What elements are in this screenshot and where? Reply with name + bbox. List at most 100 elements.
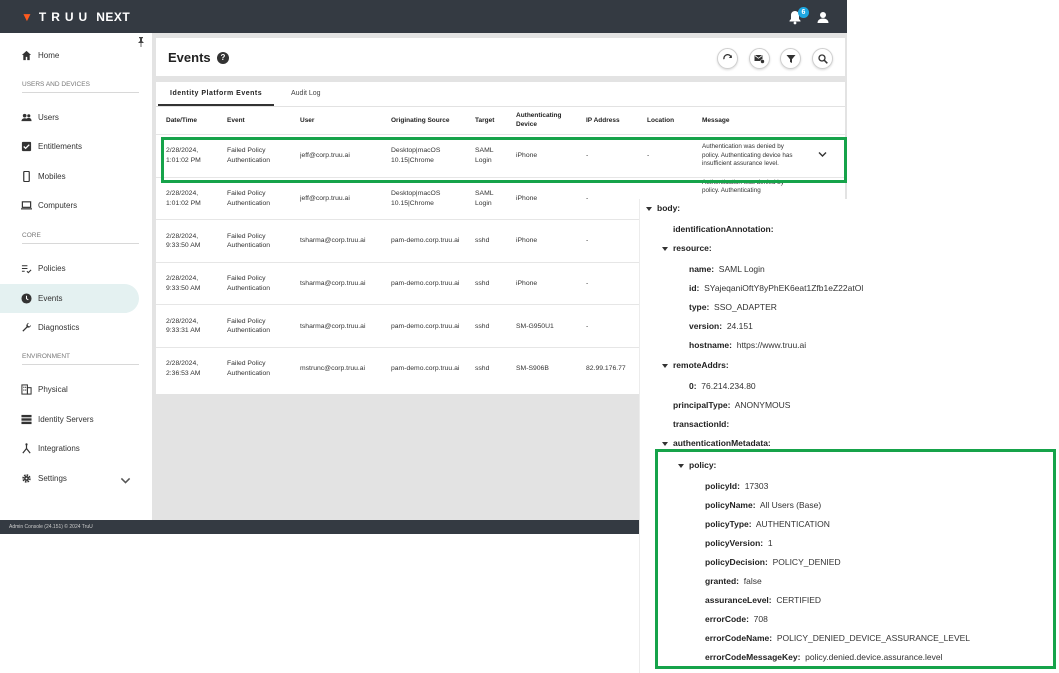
sidebar-item-settings[interactable]: Settings <box>0 464 139 493</box>
truu-logo-icon: ▼ <box>21 10 33 24</box>
sidebar-item-computers[interactable]: Computers <box>0 191 139 220</box>
policy-list-icon <box>21 265 32 274</box>
caret-down-icon <box>662 363 668 368</box>
sidebar-item-identity-servers[interactable]: Identity Servers <box>0 405 139 434</box>
cell-target: SAML Login <box>475 190 494 207</box>
sidebar-item-entitlements[interactable]: Entitlements <box>0 132 139 161</box>
brand-name: TRUU <box>38 10 93 24</box>
json-key-remote-addrs[interactable]: remoteAddrs: <box>662 360 729 370</box>
column-header-target[interactable]: Target <box>475 108 494 134</box>
caret-down-icon <box>662 441 668 446</box>
cell-user: mstrunc@corp.truu.ai <box>300 365 366 373</box>
filter-icon <box>786 54 795 63</box>
search-button[interactable] <box>812 48 833 69</box>
section-environment: ENVIRONMENT <box>22 353 139 365</box>
sidebar-item-label: Entitlements <box>38 142 83 151</box>
pin-icon[interactable] <box>137 37 145 47</box>
cell-device: iPhone <box>516 237 538 245</box>
column-header-authenticating-device[interactable]: Authenticating Device <box>516 108 576 134</box>
integration-icon <box>22 443 31 454</box>
sidebar-item-integrations[interactable]: Integrations <box>0 434 139 463</box>
cell-event: Failed Policy Authentication <box>227 190 271 207</box>
highlight-box-policy <box>655 449 1056 669</box>
tab-identity-platform-events[interactable]: Identity Platform Events <box>158 82 275 106</box>
json-resource-version: version: 24.151 <box>689 321 753 331</box>
sidebar-item-label: Integrations <box>38 444 80 453</box>
column-header-originating-source[interactable]: Originating Source <box>391 108 450 134</box>
brand-logo[interactable]: ▼ TRUU NEXT <box>21 10 130 24</box>
column-header-message[interactable]: Message <box>702 108 729 134</box>
cell-target: sshd <box>475 322 490 330</box>
refresh-button[interactable] <box>717 48 738 69</box>
json-transaction-id: transactionId: <box>673 419 730 429</box>
cell-event: Failed Policy Authentication <box>227 360 271 377</box>
email-settings-button[interactable] <box>749 48 770 69</box>
sidebar-item-policies[interactable]: Policies <box>0 254 139 283</box>
cell-device: iPhone <box>516 194 538 202</box>
column-header-datetime[interactable]: Date/Time <box>166 108 197 134</box>
column-header-ip-address[interactable]: IP Address <box>586 108 620 134</box>
sidebar-item-mobiles[interactable]: Mobiles <box>0 162 139 191</box>
section-core: CORE <box>22 232 139 244</box>
json-remote-addr-0: 0: 76.214.234.80 <box>689 381 756 391</box>
clock-icon <box>21 293 32 304</box>
sidebar-item-label: Events <box>38 294 63 303</box>
json-resource-hostname: hostname: https://www.truu.ai <box>689 340 807 350</box>
sidebar-item-home[interactable]: Home <box>0 41 139 70</box>
column-header-event[interactable]: Event <box>227 108 245 134</box>
json-key-identification-annotation: identificationAnnotation: <box>673 224 774 234</box>
cell-device: SM-G950U1 <box>516 322 554 330</box>
cell-datetime: 2/28/2024, 1:01:02 PM <box>166 190 201 207</box>
caret-down-icon <box>662 246 668 251</box>
sidebar-item-label: Identity Servers <box>38 415 94 424</box>
json-key-resource[interactable]: resource: <box>662 243 712 253</box>
sidebar-item-label: Computers <box>38 201 78 210</box>
cell-user: tsharma@corp.truu.ai <box>300 322 366 330</box>
sidebar-item-diagnostics[interactable]: Diagnostics <box>0 313 139 342</box>
cell-datetime: 2/28/2024, 9:33:50 AM <box>166 275 201 292</box>
footer-text: Admin Console (24.151) © 2024 TruU <box>9 524 93 530</box>
cell-source: pam-demo.corp.truu.ai <box>391 280 460 288</box>
home-icon <box>21 50 32 61</box>
sidebar: Home USERS AND DEVICES Users Entitlement… <box>0 33 152 520</box>
page-title: Events <box>168 50 211 65</box>
filter-button[interactable] <box>780 48 801 69</box>
caret-down-icon <box>646 206 652 211</box>
column-header-user[interactable]: User <box>300 108 314 134</box>
cell-ip: - <box>586 194 589 202</box>
cell-event: Failed Policy Authentication <box>227 317 271 335</box>
sidebar-item-users[interactable]: Users <box>0 103 139 132</box>
chevron-down-icon[interactable] <box>120 475 131 486</box>
cell-source: pam-demo.corp.truu.ai <box>391 365 460 373</box>
account-icon[interactable] <box>815 9 831 25</box>
cell-source: pam-demo.corp.truu.ai <box>391 322 460 330</box>
cell-ip: - <box>586 237 589 245</box>
sidebar-item-label: Home <box>38 51 60 60</box>
cell-user: tsharma@corp.truu.ai <box>300 280 366 288</box>
cell-ip: - <box>586 322 589 330</box>
cell-datetime: 2/28/2024, 9:33:50 AM <box>166 232 201 250</box>
json-key-authentication-metadata[interactable]: authenticationMetadata: <box>662 438 771 448</box>
sidebar-item-label: Users <box>38 113 59 122</box>
server-icon <box>21 414 32 425</box>
sidebar-item-label: Diagnostics <box>38 323 80 332</box>
help-icon[interactable]: ? <box>217 52 229 64</box>
sidebar-item-events[interactable]: Events <box>0 284 139 313</box>
sidebar-item-label: Physical <box>38 385 68 394</box>
cell-datetime: 2/28/2024, 2:36:53 AM <box>166 360 201 377</box>
sidebar-item-label: Settings <box>38 474 67 483</box>
tab-audit-log[interactable]: Audit Log <box>279 82 333 106</box>
cell-device: iPhone <box>516 280 538 288</box>
cell-source: Desktop|macOS 10.15|Chrome <box>391 190 441 207</box>
column-header-location[interactable]: Location <box>647 108 674 134</box>
gear-icon <box>22 474 31 483</box>
json-key-body[interactable]: body: <box>646 203 680 213</box>
cell-user: jeff@corp.truu.ai <box>300 194 350 202</box>
product-name: NEXT <box>96 10 131 24</box>
cell-user: tsharma@corp.truu.ai <box>300 237 366 245</box>
sidebar-item-label: Mobiles <box>38 172 66 181</box>
cell-ip: 82.99.176.77 <box>586 365 626 373</box>
top-bar: ▼ TRUU NEXT 6 <box>0 0 847 33</box>
refresh-icon <box>722 53 732 59</box>
sidebar-item-physical[interactable]: Physical <box>0 375 139 404</box>
